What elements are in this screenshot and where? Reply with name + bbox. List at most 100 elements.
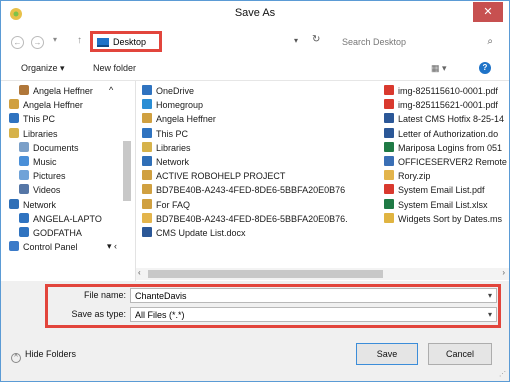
help-icon[interactable]: ? (479, 62, 491, 74)
file-item[interactable]: Libraries (142, 141, 347, 156)
collapse-icon[interactable]: ^ (109, 85, 113, 99)
network-icon (9, 198, 19, 209)
view-options-icon[interactable]: ▦ ▾ (431, 63, 447, 74)
save-as-type-label: Save as type: (71, 309, 126, 319)
address-bar[interactable] (162, 35, 312, 51)
back-arrow-icon[interactable]: ← (11, 36, 24, 49)
organize-button[interactable]: Organize ▾ (21, 63, 65, 74)
file-name: This PC (156, 128, 189, 139)
address-dropdown-icon[interactable]: ▾ (294, 36, 298, 45)
sidebar-item-label: Angela Heffner (23, 100, 83, 111)
file-item[interactable]: Mariposa Logins from 051 (384, 141, 507, 156)
file-list: ‹ › OneDrive Homegroup Angela Heffner This … (136, 81, 509, 281)
file-name: img-825115610-0001.pdf (398, 86, 498, 96)
file-item[interactable]: CMS Update List.docx (142, 227, 347, 241)
sidebar-item[interactable]: ANGELA-LAPTO (19, 212, 102, 227)
file-name: Libraries (156, 142, 191, 153)
file-item[interactable]: OFFICESERVER2 Remote.R (384, 156, 507, 170)
homegroup-icon (142, 99, 152, 110)
sidebar-item[interactable]: Music (19, 156, 57, 170)
file-item[interactable]: Network (142, 156, 347, 170)
sidebar-item[interactable]: Control Panel (9, 241, 78, 255)
videos-icon (19, 184, 29, 195)
pdf-icon (384, 99, 394, 110)
user-icon (9, 99, 19, 110)
scroll-left-icon[interactable]: ‹ (138, 268, 141, 277)
file-item[interactable]: ACTIVE ROBOHELP PROJECT (142, 170, 347, 184)
up-arrow-icon[interactable]: ↑ (77, 35, 82, 46)
sidebar-item[interactable]: Network (9, 198, 57, 213)
libraries-icon (142, 141, 152, 152)
user-icon (142, 170, 152, 181)
sidebar-item-label: Videos (33, 185, 61, 196)
sidebar-item[interactable]: Angela Heffner (9, 99, 83, 113)
cancel-button[interactable]: Cancel (428, 343, 492, 365)
file-item[interactable]: System Email List.xlsx (384, 198, 507, 213)
documents-icon (19, 141, 29, 152)
file-name: BD7BE40B-A243-4FED-8DE6-5BBFA20E0B76.zip (156, 213, 347, 224)
scrollbar-thumb[interactable] (148, 270, 383, 278)
sidebar-item[interactable]: Angela Heffner (19, 85, 93, 99)
file-item[interactable]: BD7BE40B-A243-4FED-8DE6-5BBFA20E0B76 (142, 184, 347, 198)
file-item[interactable]: Latest CMS Hotfix 8-25-14 (384, 113, 507, 127)
file-item[interactable]: Homegroup (142, 99, 347, 113)
user-icon (142, 113, 152, 124)
file-name: Network (156, 157, 190, 167)
file-item[interactable]: img-825115610-0001.pdf (384, 85, 507, 99)
sidebar-item[interactable]: Libraries (9, 127, 58, 142)
desktop-icon (97, 38, 109, 47)
file-name: Mariposa Logins from 051 (398, 142, 503, 153)
pdf-icon (384, 184, 394, 195)
save-as-type-select[interactable]: All Files (*.*) ▾ (130, 307, 497, 322)
new-folder-button[interactable]: New folder (93, 63, 136, 73)
sidebar-item-label: Music (33, 157, 57, 167)
file-item[interactable]: Letter of Authorization.do (384, 127, 507, 142)
horizontal-scrollbar[interactable]: ‹ › (136, 268, 509, 280)
file-item[interactable]: img-825115621-0001.pdf (384, 99, 507, 113)
file-name: For FAQ (156, 199, 191, 210)
forward-arrow-icon[interactable]: → (31, 36, 44, 49)
refresh-icon[interactable]: ↻ (312, 34, 320, 45)
breadcrumb[interactable]: Desktop (90, 31, 162, 52)
file-item[interactable]: Widgets Sort by Dates.ms (384, 212, 507, 227)
file-item[interactable]: OneDrive (142, 85, 347, 99)
resize-grip-icon[interactable]: ⋰ (499, 370, 506, 378)
file-name: img-825115621-0001.pdf (398, 100, 498, 111)
chevron-down-icon[interactable]: ▾ (488, 310, 492, 319)
recent-locations-icon[interactable]: ▾ (53, 35, 57, 44)
hide-folders-button[interactable]: ^ Hide Folders (11, 349, 76, 363)
search-input[interactable]: Search Desktop ⌕ (335, 34, 501, 51)
scroll-right-icon[interactable]: › (502, 268, 505, 277)
navigation-bar: ← → ▾ ↑ Desktop ▾ ↻ Search Desktop ⌕ (1, 27, 509, 57)
file-item[interactable]: System Email List.pdf (384, 184, 507, 198)
close-button[interactable]: ✕ (473, 2, 503, 22)
excel-icon (384, 141, 394, 152)
remote-desktop-icon (384, 156, 394, 166)
chevron-down-icon[interactable]: ▾ (488, 291, 492, 300)
filename-label: File name: (83, 290, 126, 300)
user-folder-icon (19, 85, 29, 95)
file-item[interactable]: This PC (142, 127, 347, 142)
file-name: ACTIVE ROBOHELP PROJECT (156, 171, 286, 182)
file-item[interactable]: Rory.zip (384, 170, 507, 184)
save-button[interactable]: Save (356, 343, 418, 365)
sidebar-item-label: ANGELA-LAPTO (33, 213, 102, 224)
sidebar-item[interactable]: Videos (19, 184, 60, 198)
sidebar-item-label: GODFATHA (33, 228, 82, 238)
filename-field[interactable]: ChanteDavis ▾ (130, 288, 497, 303)
chevron-down-icon[interactable]: ▾ ‹ (107, 241, 117, 255)
sidebar-item[interactable]: This PC (9, 113, 55, 127)
sidebar-item[interactable]: GODFATHA (19, 227, 82, 241)
file-item[interactable]: For FAQ (142, 198, 347, 213)
sidebar-item-label: Network (23, 199, 57, 210)
sidebar-item[interactable]: Pictures (19, 170, 66, 184)
file-name: Homegroup (156, 100, 204, 111)
sidebar-item[interactable]: Documents (19, 141, 79, 156)
libraries-icon (9, 127, 19, 138)
search-placeholder: Search Desktop (342, 37, 407, 47)
navigation-scrollbar[interactable] (123, 141, 131, 201)
file-item[interactable]: Angela Heffner (142, 113, 347, 127)
file-item[interactable]: BD7BE40B-A243-4FED-8DE6-5BBFA20E0B76.zip (142, 212, 347, 227)
sidebar-item-label: This PC (23, 114, 56, 125)
zip-icon (384, 170, 394, 181)
